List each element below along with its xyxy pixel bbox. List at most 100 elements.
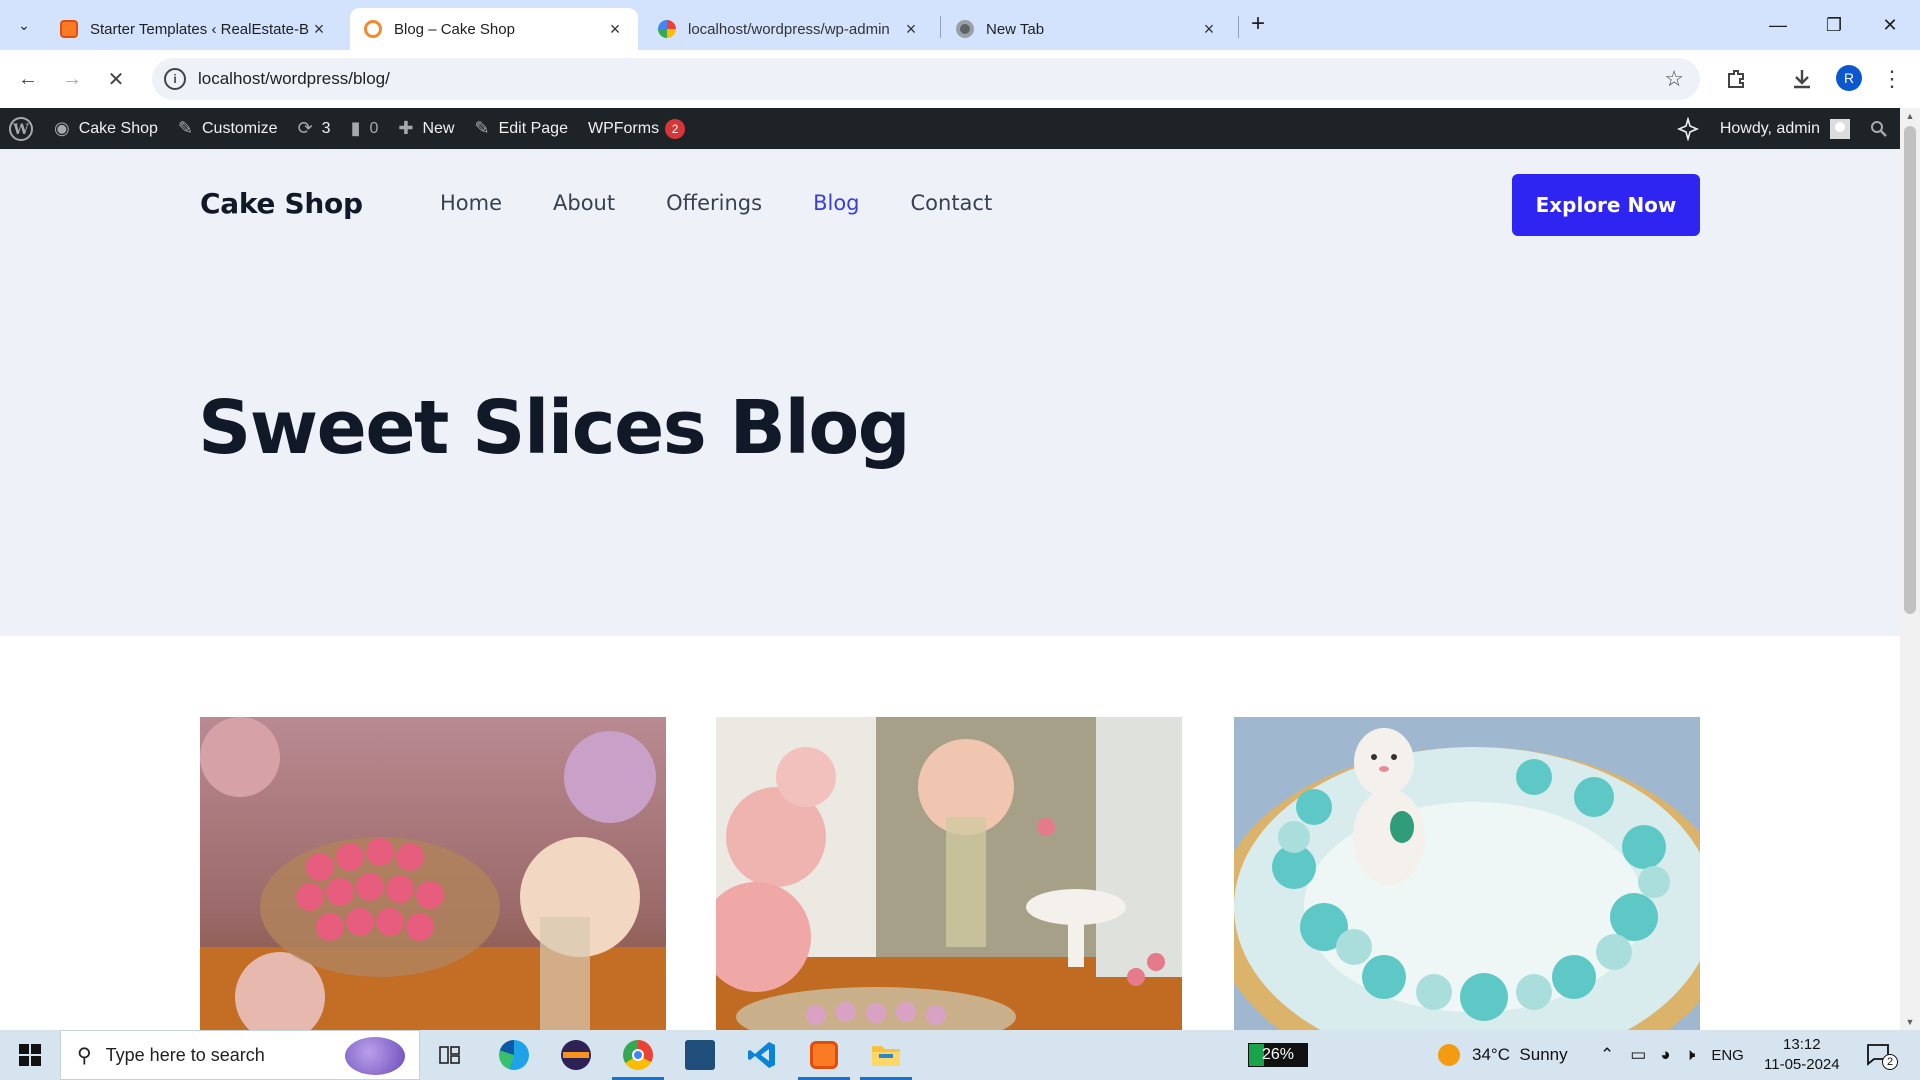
- site-name-label: Cake Shop: [78, 119, 158, 137]
- post-thumbnail-3[interactable]: [1234, 717, 1700, 1030]
- nav-blog[interactable]: Blog: [813, 191, 859, 215]
- back-button[interactable]: ←: [12, 63, 44, 95]
- windows-start-icon[interactable]: [0, 1030, 60, 1080]
- edit-page-label: Edit Page: [498, 119, 568, 137]
- clock-time: 13:12: [1783, 1036, 1821, 1053]
- admin-wpforms[interactable]: WPForms 2: [578, 108, 695, 149]
- site-info-icon[interactable]: i: [164, 68, 186, 90]
- wordpress-loading-icon: [364, 20, 382, 38]
- close-window-button[interactable]: ✕: [1862, 8, 1918, 42]
- weather-text: 34°C Sunny: [1472, 1045, 1568, 1064]
- nav-home[interactable]: Home: [440, 191, 502, 215]
- admin-my-account[interactable]: Howdy, admin: [1710, 108, 1860, 149]
- wordpress-logo-icon[interactable]: W: [0, 108, 44, 149]
- tab-new-tab[interactable]: New Tab ×: [942, 8, 1232, 50]
- admin-site-name[interactable]: ◉ Cake Shop: [44, 108, 168, 149]
- close-tab-icon[interactable]: ×: [310, 19, 328, 40]
- site-title[interactable]: Cake Shop: [200, 187, 363, 220]
- file-explorer-icon[interactable]: [860, 1038, 912, 1080]
- admin-comments[interactable]: ▮ 0: [341, 108, 389, 149]
- wpforms-notification-badge: 2: [665, 118, 686, 139]
- close-tab-icon[interactable]: ×: [606, 19, 624, 40]
- eclipse-ide-icon[interactable]: [558, 1038, 594, 1072]
- primary-nav: Home About Offerings Blog Contact: [440, 191, 1043, 215]
- battery-percent: 26%: [1248, 1043, 1308, 1067]
- admin-search-icon[interactable]: [1860, 108, 1900, 149]
- explore-now-button[interactable]: Explore Now: [1512, 174, 1700, 236]
- teal-cake-photo-icon: [1234, 717, 1700, 1030]
- admin-bar-right: Howdy, admin: [1666, 108, 1900, 149]
- scrollbar-thumb[interactable]: [1904, 126, 1916, 614]
- url-text[interactable]: localhost/wordpress/blog/: [198, 69, 390, 89]
- battery-indicator[interactable]: 26%: [1248, 1030, 1308, 1080]
- nav-contact[interactable]: Contact: [911, 191, 993, 215]
- nav-about[interactable]: About: [553, 191, 615, 215]
- tab-title: Starter Templates ‹ RealEstate-B: [90, 20, 309, 38]
- tab-wp-admin[interactable]: localhost/wordpress/wp-admin ×: [644, 8, 934, 50]
- admin-customize[interactable]: ✎ Customize: [168, 108, 288, 149]
- windows-taskbar: ⚲ Type here to search 26% 34°C Sunny ⌃ ▭…: [0, 1030, 1920, 1080]
- ai-sparkle-icon[interactable]: [1666, 108, 1710, 149]
- nav-offerings[interactable]: Offerings: [666, 191, 762, 215]
- taskbar-search-input[interactable]: ⚲ Type here to search: [60, 1030, 420, 1080]
- chevron-up-icon[interactable]: ⌃: [1600, 1045, 1614, 1065]
- extensions-icon[interactable]: [1720, 63, 1752, 95]
- page-scrollbar[interactable]: ▲ ▼: [1900, 108, 1920, 1030]
- chrome-taskbar-icon[interactable]: [612, 1038, 664, 1080]
- updates-count: 3: [321, 119, 331, 137]
- forward-button[interactable]: →: [56, 63, 88, 95]
- post-thumbnail-2[interactable]: [716, 717, 1182, 1030]
- speaker-icon[interactable]: 🕨: [1685, 1045, 1696, 1065]
- updates-refresh-icon: ⟳: [297, 118, 313, 138]
- search-icon: ⚲: [77, 1044, 92, 1067]
- clock[interactable]: 13:12 11-05-2024: [1764, 1030, 1840, 1080]
- pink-cupcakes-photo-icon: [200, 717, 666, 1030]
- post-thumbnail-1[interactable]: [200, 717, 666, 1030]
- howdy-label: Howdy, admin: [1719, 119, 1820, 137]
- tab-divider: [940, 16, 941, 38]
- restore-button[interactable]: ❐: [1806, 8, 1862, 42]
- xampp-taskbar-icon[interactable]: [798, 1038, 850, 1080]
- admin-avatar: [1830, 118, 1850, 139]
- vscode-icon[interactable]: [744, 1038, 780, 1072]
- minimize-button[interactable]: —: [1750, 8, 1806, 42]
- battery-saver-icon[interactable]: ▭: [1630, 1045, 1646, 1065]
- dashboard-gauge-icon: ◉: [54, 118, 70, 138]
- chrome-icon: [956, 20, 974, 38]
- admin-edit-page[interactable]: ✎ Edit Page: [464, 108, 577, 149]
- download-icon[interactable]: [1786, 63, 1818, 95]
- sun-icon: [1438, 1044, 1460, 1066]
- scroll-up-icon[interactable]: ▲: [1900, 108, 1920, 124]
- profile-avatar[interactable]: R: [1836, 65, 1862, 91]
- tab-starter-templates[interactable]: Starter Templates ‹ RealEstate-B ×: [46, 8, 342, 50]
- tab-search-chevron-icon[interactable]: ⌄: [10, 12, 38, 38]
- edge-browser-icon[interactable]: [496, 1038, 532, 1072]
- browser-menu-icon[interactable]: ⋮: [1876, 63, 1908, 95]
- new-tab-button[interactable]: +: [1244, 10, 1272, 38]
- wifi-icon[interactable]: ◕: [1660, 1045, 1670, 1065]
- language-indicator[interactable]: ENG: [1711, 1047, 1744, 1064]
- tab-blog-cake-shop[interactable]: Blog – Cake Shop ×: [350, 8, 638, 50]
- stop-loading-button[interactable]: ✕: [100, 63, 132, 95]
- plus-icon: ✚: [398, 118, 414, 138]
- admin-updates[interactable]: ⟳ 3: [288, 108, 341, 149]
- search-highlight-icon: [345, 1037, 405, 1075]
- admin-new[interactable]: ✚ New: [388, 108, 464, 149]
- clock-date: 11-05-2024: [1764, 1056, 1840, 1073]
- dessert-table-photo-icon: [716, 717, 1182, 1030]
- xampp-icon: [60, 20, 78, 38]
- tab-divider: [1238, 16, 1239, 38]
- browser-toolbar: ← → ✕ i localhost/wordpress/blog/ ☆ R ⋮: [0, 50, 1920, 108]
- mysql-workbench-icon[interactable]: [682, 1038, 718, 1072]
- address-bar[interactable]: i localhost/wordpress/blog/ ☆: [152, 58, 1700, 100]
- notification-center-icon[interactable]: 2: [1866, 1030, 1898, 1080]
- notification-count-badge: 2: [1882, 1054, 1898, 1070]
- bookmark-star-icon[interactable]: ☆: [1664, 66, 1684, 92]
- customize-label: Customize: [201, 119, 278, 137]
- weather-widget[interactable]: 34°C Sunny: [1438, 1030, 1568, 1080]
- search-placeholder: Type here to search: [105, 1044, 265, 1065]
- close-tab-icon[interactable]: ×: [902, 19, 920, 40]
- scroll-down-icon[interactable]: ▼: [1900, 1014, 1920, 1030]
- close-tab-icon[interactable]: ×: [1200, 19, 1218, 40]
- task-view-icon[interactable]: [432, 1038, 468, 1072]
